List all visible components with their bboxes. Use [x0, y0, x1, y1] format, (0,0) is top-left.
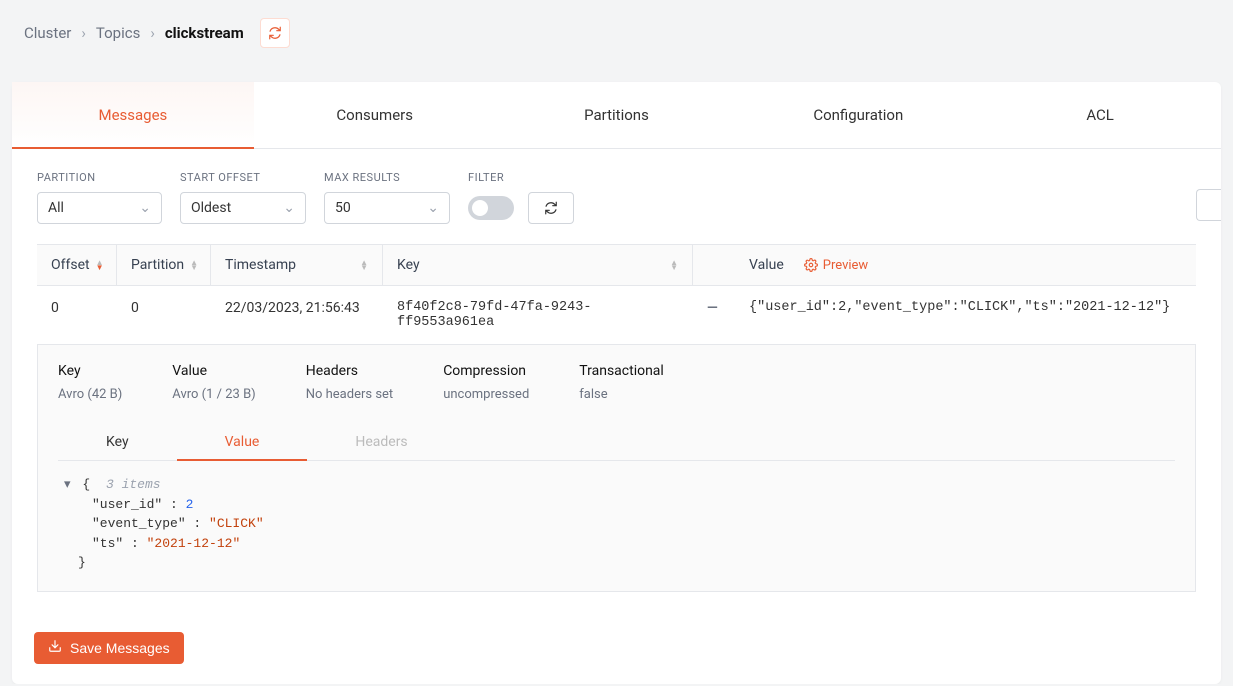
- json-collapse-icon[interactable]: ▾: [64, 475, 71, 495]
- cell-timestamp: 22/03/2023, 21:56:43: [211, 286, 383, 344]
- reload-button[interactable]: [528, 192, 574, 224]
- json-brace: {: [82, 477, 90, 492]
- chevron-down-icon: ⌄: [283, 200, 295, 216]
- breadcrumb-topics[interactable]: Topics: [96, 24, 140, 42]
- breadcrumb-cluster[interactable]: Cluster: [24, 24, 71, 42]
- json-value: "CLICK": [209, 516, 264, 531]
- json-value: 2: [186, 497, 194, 512]
- cell-offset: 0: [37, 286, 117, 344]
- breadcrumb: Cluster › Topics › clickstream: [0, 0, 1233, 66]
- content-card: Messages Consumers Partitions Configurat…: [12, 82, 1221, 684]
- meta-key-value: Avro (42 B): [58, 387, 122, 402]
- meta-compression-label: Compression: [443, 363, 529, 379]
- json-key: "user_id": [92, 497, 162, 512]
- main-tabs: Messages Consumers Partitions Configurat…: [12, 82, 1221, 149]
- meta-transactional-label: Transactional: [579, 363, 664, 379]
- preview-label: Preview: [823, 258, 868, 273]
- filter-toggle-label: FILTER: [468, 171, 574, 184]
- tab-acl[interactable]: ACL: [979, 82, 1221, 148]
- messages-table: Offset ▲▼ Partition ▲▼ Timestamp ▲▼ Key …: [37, 244, 1196, 345]
- refresh-icon: [544, 201, 558, 215]
- meta-value-value: Avro (1 / 23 B): [172, 387, 255, 402]
- preview-button[interactable]: Preview: [804, 258, 868, 273]
- max-results-filter-label: MAX RESULTS: [324, 171, 450, 184]
- meta-headers-value: No headers set: [306, 387, 393, 402]
- chevron-down-icon: ⌄: [139, 200, 151, 216]
- breadcrumb-sep-icon: ›: [81, 24, 86, 42]
- tab-configuration[interactable]: Configuration: [737, 82, 979, 148]
- col-partition[interactable]: Partition ▲▼: [117, 245, 211, 285]
- filters-bar: PARTITION All ⌄ START OFFSET Oldest ⌄ MA…: [12, 149, 1221, 244]
- detail-tab-key[interactable]: Key: [58, 424, 177, 460]
- breadcrumb-current: clickstream: [165, 24, 244, 42]
- meta-row: Key Avro (42 B) Value Avro (1 / 23 B) Head…: [58, 363, 1175, 402]
- sort-icon: ▲▼: [96, 260, 104, 270]
- json-brace: }: [78, 555, 86, 570]
- partition-select[interactable]: All ⌄: [37, 192, 162, 224]
- refresh-button[interactable]: [260, 18, 290, 48]
- meta-key-label: Key: [58, 363, 122, 379]
- table-row[interactable]: 0 0 22/03/2023, 21:56:43 8f40f2c8-79fd-4…: [37, 286, 1196, 345]
- detail-tab-value[interactable]: Value: [177, 424, 308, 460]
- filter-toggle[interactable]: [468, 196, 514, 220]
- cell-key: 8f40f2c8-79fd-47fa-9243-ff9553a961ea: [383, 286, 693, 344]
- cell-value: {"user_id":2,"event_type":"CLICK","ts":"…: [735, 286, 1196, 344]
- meta-headers-label: Headers: [306, 363, 393, 379]
- meta-transactional-value: false: [579, 387, 664, 402]
- sort-icon: ▲▼: [670, 260, 678, 270]
- partition-filter-label: PARTITION: [37, 171, 162, 184]
- json-key: "ts": [92, 536, 123, 551]
- sort-icon: ▲▼: [190, 260, 198, 270]
- col-timestamp-label: Timestamp: [225, 257, 296, 273]
- refresh-icon: [268, 26, 282, 40]
- col-offset-label: Offset: [51, 257, 90, 273]
- partition-select-value: All: [48, 200, 64, 216]
- json-key: "event_type": [92, 516, 186, 531]
- start-offset-filter-label: START OFFSET: [180, 171, 306, 184]
- table-header: Offset ▲▼ Partition ▲▼ Timestamp ▲▼ Key …: [37, 245, 1196, 286]
- start-offset-select[interactable]: Oldest ⌄: [180, 192, 306, 224]
- col-key-label: Key: [397, 257, 420, 273]
- meta-compression-value: uncompressed: [443, 387, 529, 402]
- col-expand: [693, 245, 735, 285]
- chevron-down-icon: ⌄: [427, 200, 439, 216]
- detail-tabs: Key Value Headers: [58, 424, 1175, 461]
- tab-messages[interactable]: Messages: [12, 82, 254, 148]
- cell-partition: 0: [117, 286, 211, 344]
- row-detail-panel: Key Avro (42 B) Value Avro (1 / 23 B) Head…: [37, 345, 1196, 592]
- meta-value-label: Value: [172, 363, 255, 379]
- col-value-label: Value: [749, 257, 784, 273]
- tab-partitions[interactable]: Partitions: [496, 82, 738, 148]
- toggle-knob: [472, 200, 488, 216]
- detail-tab-headers: Headers: [307, 424, 455, 460]
- breadcrumb-sep-icon: ›: [150, 24, 155, 42]
- tab-consumers[interactable]: Consumers: [254, 82, 496, 148]
- start-offset-select-value: Oldest: [191, 200, 231, 216]
- max-results-select-value: 50: [335, 200, 351, 216]
- gear-icon: [804, 258, 818, 272]
- col-key[interactable]: Key ▲▼: [383, 245, 693, 285]
- json-item-count: 3 items: [106, 477, 161, 492]
- col-partition-label: Partition: [131, 257, 184, 273]
- save-messages-label: Save Messages: [70, 640, 170, 656]
- additional-action-button[interactable]: [1196, 189, 1221, 221]
- json-viewer: ▾ { 3 items "user_id" : 2 "event_type" :…: [58, 475, 1175, 573]
- json-value: "2021-12-12": [147, 536, 241, 551]
- col-offset[interactable]: Offset ▲▼: [37, 245, 117, 285]
- col-timestamp[interactable]: Timestamp ▲▼: [211, 245, 383, 285]
- save-messages-button[interactable]: Save Messages: [34, 632, 184, 664]
- col-value: Value Preview: [735, 245, 1196, 285]
- collapse-row-icon[interactable]: —: [707, 300, 718, 316]
- max-results-select[interactable]: 50 ⌄: [324, 192, 450, 224]
- sort-icon: ▲▼: [360, 260, 368, 270]
